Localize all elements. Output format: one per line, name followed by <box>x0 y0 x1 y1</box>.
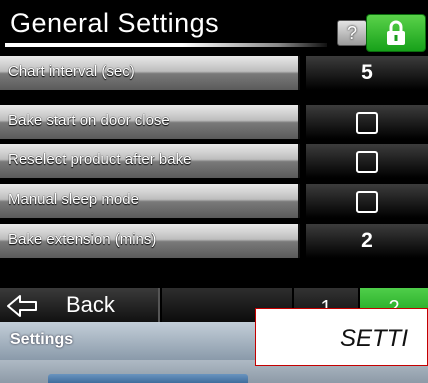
back-button[interactable]: Back <box>0 288 160 322</box>
breadcrumb-label: Settings <box>10 331 74 348</box>
manual-sleep-checkbox[interactable] <box>356 191 378 213</box>
bake-start-checkbox[interactable] <box>356 112 378 134</box>
back-arrow-icon <box>7 295 37 317</box>
setting-label: Manual sleep mode <box>0 184 300 218</box>
setting-row-reselect-product: Reselect product after bake <box>0 144 428 178</box>
setting-value-cell <box>306 105 428 139</box>
setting-label-text: Bake extension (mins) <box>8 231 157 248</box>
overlay-text: SETTI <box>340 325 409 352</box>
setting-row-chart-interval: Chart interval (sec) 5 <box>0 56 428 90</box>
header: General Settings ? <box>0 0 428 56</box>
title-underline <box>5 43 327 47</box>
back-label: Back <box>66 292 115 317</box>
setting-label: Bake extension (mins) <box>0 224 300 258</box>
setting-label: Reselect product after bake <box>0 144 300 178</box>
footer-tab[interactable] <box>48 374 248 383</box>
setting-value-cell <box>306 144 428 178</box>
setting-label-text: Chart interval (sec) <box>8 63 135 80</box>
setting-label-text: Reselect product after bake <box>8 151 192 168</box>
setting-label-text: Manual sleep mode <box>8 191 139 208</box>
lock-button[interactable] <box>366 14 426 52</box>
setting-row-bake-extension: Bake extension (mins) 2 <box>0 224 428 258</box>
lock-icon <box>387 20 405 45</box>
page-title: General Settings <box>10 8 220 38</box>
setting-label: Chart interval (sec) <box>0 56 300 90</box>
help-button[interactable]: ? <box>337 20 367 46</box>
setting-label-text: Bake start on door close <box>8 112 170 129</box>
setting-value-cell <box>306 184 428 218</box>
bake-extension-value[interactable]: 2 <box>306 224 428 258</box>
setting-row-bake-start: Bake start on door close <box>0 105 428 139</box>
reselect-product-checkbox[interactable] <box>356 151 378 173</box>
setting-row-manual-sleep: Manual sleep mode <box>0 184 428 218</box>
chart-interval-value[interactable]: 5 <box>306 56 428 90</box>
setting-label: Bake start on door close <box>0 105 300 139</box>
overlay-label-box: SETTI <box>255 308 428 366</box>
